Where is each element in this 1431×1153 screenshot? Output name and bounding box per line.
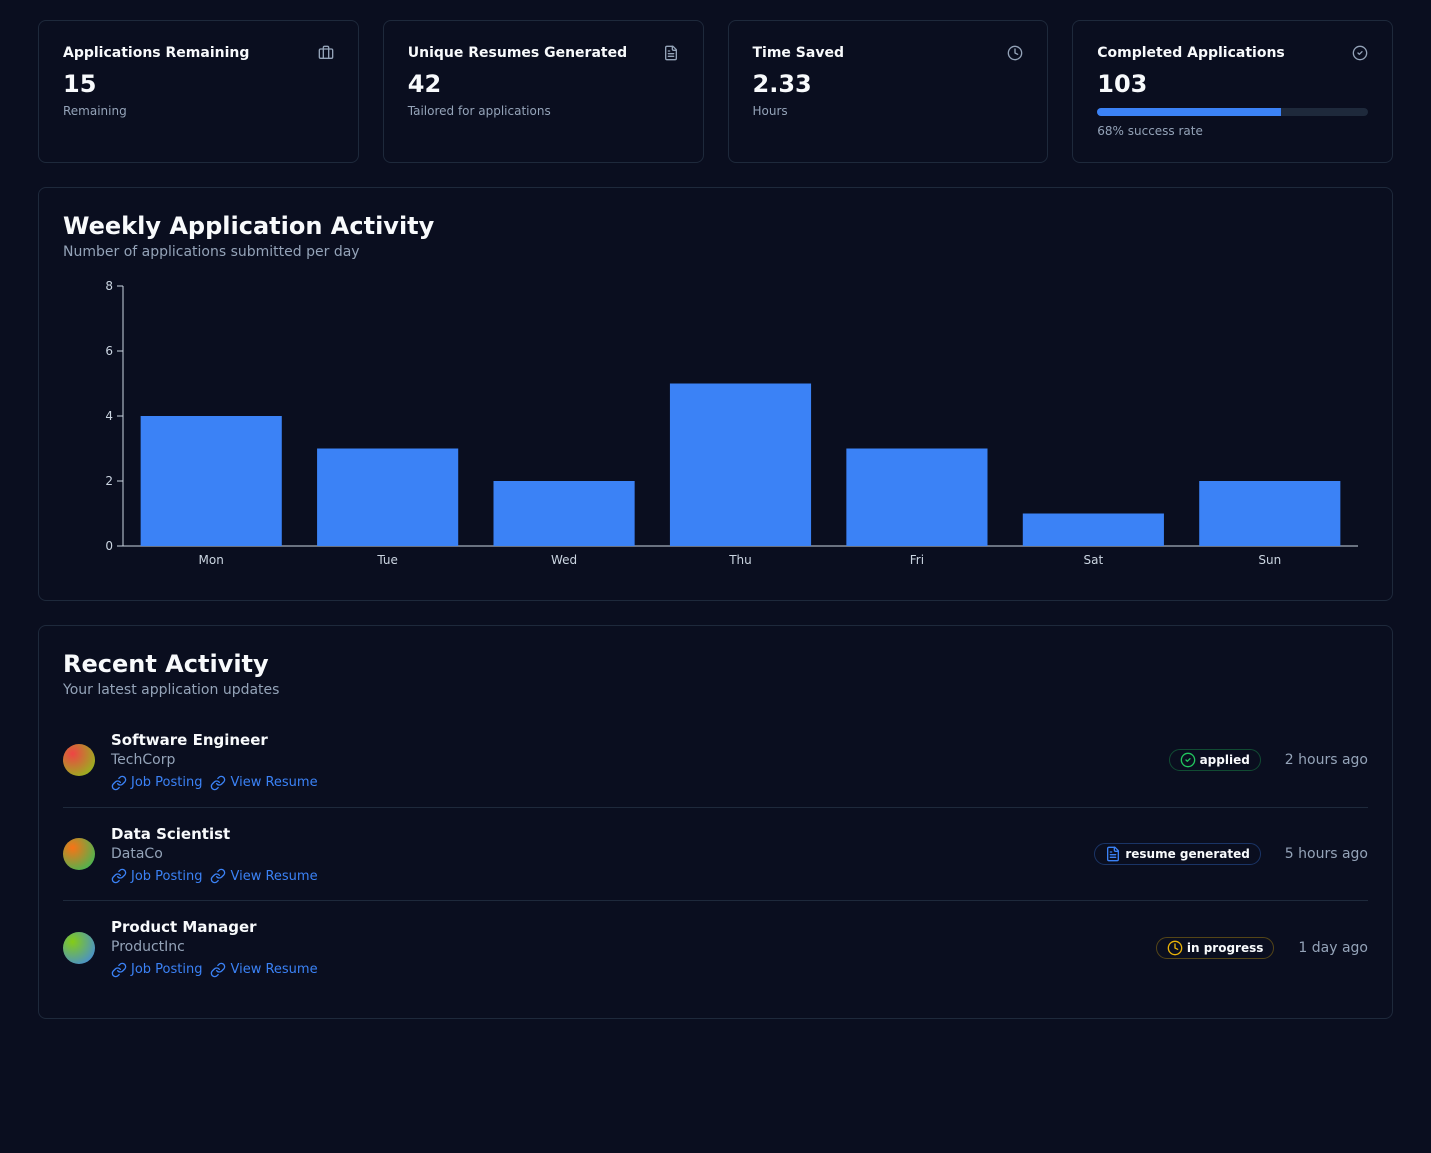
svg-text:4: 4: [105, 409, 113, 423]
status-badge: resume generated: [1094, 843, 1260, 865]
briefcase-icon: [318, 45, 334, 61]
section-title: Recent Activity: [63, 650, 1368, 678]
svg-text:Sun: Sun: [1258, 553, 1281, 567]
svg-text:6: 6: [105, 344, 113, 358]
link-icon: [111, 868, 127, 884]
file-icon: [1105, 846, 1121, 862]
company-name: TechCorp: [111, 751, 318, 771]
stat-card-unique-resumes: Unique Resumes Generated 42 Tailored for…: [383, 20, 704, 163]
stat-sub: Remaining: [63, 104, 334, 118]
file-icon: [663, 45, 679, 61]
check-circle-icon: [1352, 45, 1368, 61]
svg-text:Sat: Sat: [1084, 553, 1104, 567]
job-posting-link[interactable]: Job Posting: [111, 868, 202, 884]
view-resume-link[interactable]: View Resume: [210, 775, 317, 791]
stat-sub: Hours: [753, 104, 1024, 118]
timestamp: 2 hours ago: [1285, 752, 1368, 768]
job-title: Software Engineer: [111, 730, 318, 751]
job-posting-link[interactable]: Job Posting: [111, 775, 202, 791]
weekly-activity-chart: 0 2 4 6 8 Mon Tue Wed Thu Fri Sat Sun: [63, 276, 1368, 576]
view-resume-link[interactable]: View Resume: [210, 868, 317, 884]
svg-text:Wed: Wed: [551, 553, 577, 567]
stat-title: Completed Applications: [1097, 45, 1285, 61]
avatar: [63, 838, 95, 870]
company-name: DataCo: [111, 845, 318, 865]
clock-icon: [1007, 45, 1023, 61]
stat-value: 42: [408, 69, 679, 100]
company-name: ProductInc: [111, 938, 318, 958]
svg-text:Thu: Thu: [728, 553, 752, 567]
activity-row: Data ScientistDataCo Job Posting View Resu…: [63, 807, 1368, 901]
stat-value: 15: [63, 69, 334, 100]
check-circle-icon: [1180, 752, 1196, 768]
progress-bar: [1097, 108, 1368, 116]
stat-title: Applications Remaining: [63, 45, 249, 61]
stat-value: 103: [1097, 69, 1368, 100]
link-icon: [210, 962, 226, 978]
svg-text:2: 2: [105, 474, 113, 488]
avatar: [63, 932, 95, 964]
stat-title: Unique Resumes Generated: [408, 45, 627, 61]
link-icon: [210, 775, 226, 791]
activity-row: Software EngineerTechCorp Job Posting View…: [63, 714, 1368, 807]
stat-card-time-saved: Time Saved 2.33 Hours: [728, 20, 1049, 163]
clock-icon: [1167, 940, 1183, 956]
job-title: Data Scientist: [111, 824, 318, 845]
job-posting-link[interactable]: Job Posting: [111, 962, 202, 978]
svg-text:0: 0: [105, 539, 113, 553]
svg-text:Tue: Tue: [376, 553, 398, 567]
timestamp: 1 day ago: [1298, 940, 1368, 956]
timestamp: 5 hours ago: [1285, 846, 1368, 862]
link-icon: [111, 962, 127, 978]
activity-row: Product ManagerProductInc Job Posting View…: [63, 900, 1368, 994]
weekly-activity-card: Weekly Application Activity Number of ap…: [38, 187, 1393, 601]
section-sub: Number of applications submitted per day: [63, 244, 1368, 260]
svg-text:Fri: Fri: [910, 553, 924, 567]
status-badge: in progress: [1156, 937, 1275, 959]
section-title: Weekly Application Activity: [63, 212, 1368, 240]
view-resume-link[interactable]: View Resume: [210, 962, 317, 978]
stat-title: Time Saved: [753, 45, 844, 61]
svg-text:Mon: Mon: [199, 553, 224, 567]
stat-value: 2.33: [753, 69, 1024, 100]
link-icon: [210, 868, 226, 884]
link-icon: [111, 775, 127, 791]
job-title: Product Manager: [111, 917, 318, 938]
stat-sub: Tailored for applications: [408, 104, 679, 118]
avatar: [63, 744, 95, 776]
recent-activity-card: Recent Activity Your latest application …: [38, 625, 1393, 1019]
stat-card-completed-applications: Completed Applications 103 68% success r…: [1072, 20, 1393, 163]
status-badge: applied: [1169, 749, 1261, 771]
stat-sub: 68% success rate: [1097, 124, 1368, 138]
section-sub: Your latest application updates: [63, 682, 1368, 698]
stat-card-applications-remaining: Applications Remaining 15 Remaining: [38, 20, 359, 163]
svg-text:8: 8: [105, 279, 113, 293]
